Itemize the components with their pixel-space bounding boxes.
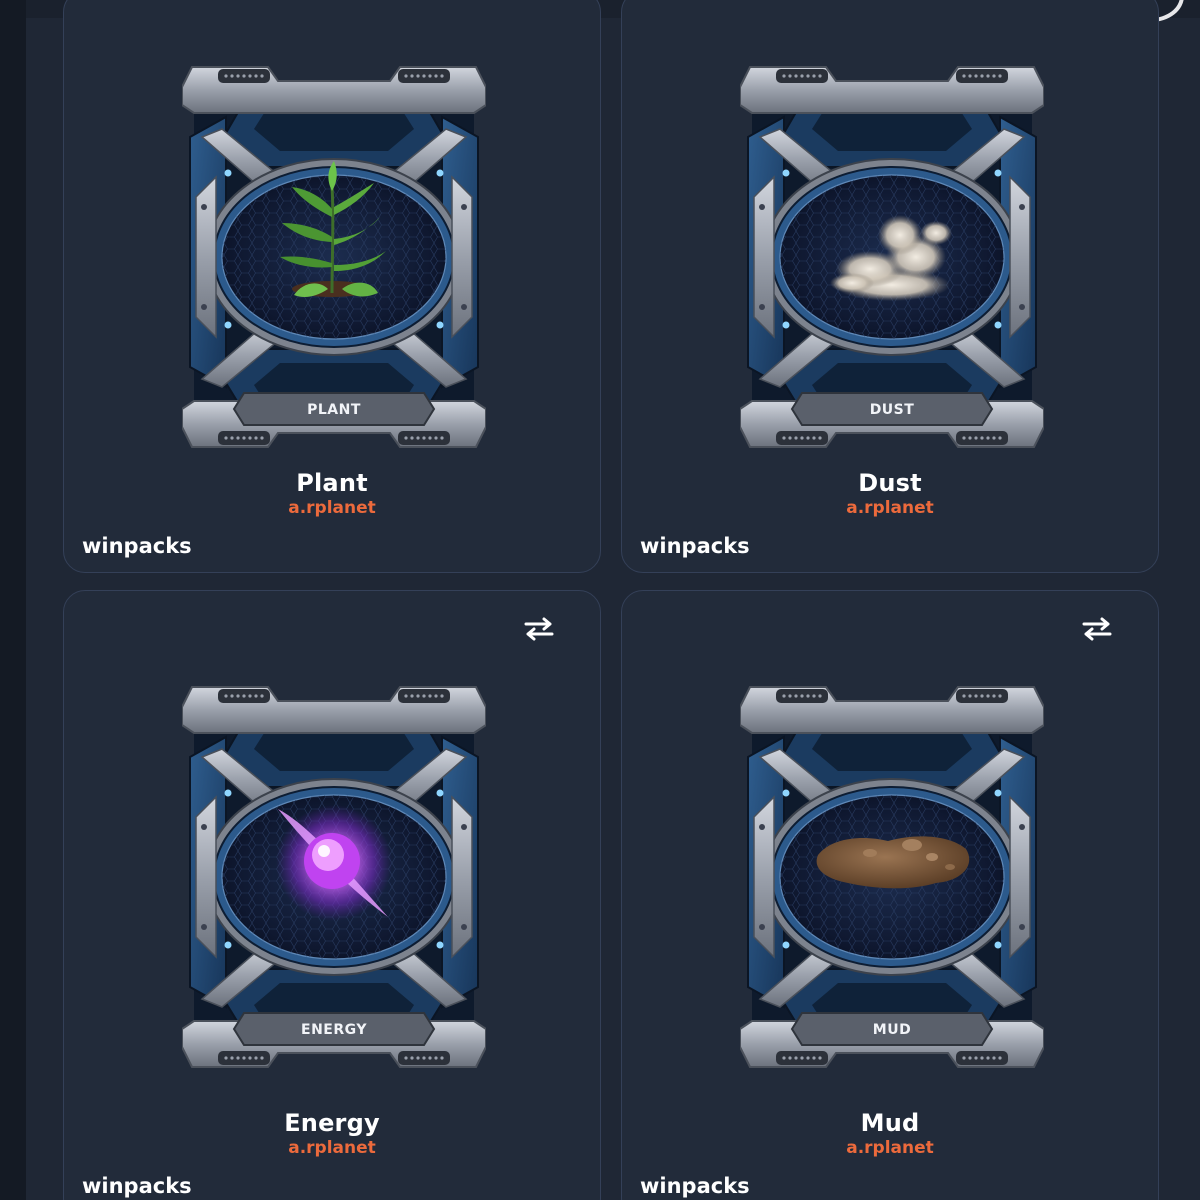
card-art: PLANT [182, 66, 486, 448]
card-owner-link[interactable]: winpacks [640, 534, 750, 558]
card-collection-link[interactable]: a.rplanet [64, 498, 600, 518]
card-title: Energy [284, 1109, 380, 1137]
card-collection-link[interactable]: a.rplanet [64, 1138, 600, 1158]
energy-image [276, 805, 392, 921]
card-owner-link[interactable]: winpacks [82, 1174, 192, 1198]
card-plate-label: ENERGY [301, 1022, 367, 1038]
asset-card[interactable]: MUD Mud a.rplanet winpacks [621, 590, 1159, 1200]
card-plate-label: PLANT [307, 402, 361, 418]
left-sidebar-edge [0, 0, 26, 1200]
swap-icon[interactable] [522, 617, 556, 641]
asset-card[interactable]: ENERGY Energy a.rplanet winpacks [63, 590, 601, 1200]
card-owner-link[interactable]: winpacks [82, 534, 192, 558]
mud-image [816, 836, 970, 889]
card-art: MUD [740, 686, 1044, 1068]
asset-card[interactable]: PLANT Plant a.rplanet winpacks [63, 0, 601, 573]
card-title: Plant [296, 469, 368, 497]
card-collection-link[interactable]: a.rplanet [622, 498, 1158, 518]
card-owner-link[interactable]: winpacks [640, 1174, 750, 1198]
card-title: Mud [860, 1109, 920, 1137]
card-collection-link[interactable]: a.rplanet [622, 1138, 1158, 1158]
card-plate-label: DUST [870, 402, 915, 418]
asset-card[interactable]: DUST Dust a.rplanet winpacks [621, 0, 1159, 573]
card-plate-label: MUD [873, 1022, 911, 1038]
card-art: DUST [740, 66, 1044, 448]
card-title: Dust [858, 469, 922, 497]
card-art: ENERGY [182, 686, 486, 1068]
nft-grid-page: PLANT Plant a.rplanet winpacks DUST Dust… [0, 0, 1200, 1200]
swap-icon[interactable] [1080, 617, 1114, 641]
